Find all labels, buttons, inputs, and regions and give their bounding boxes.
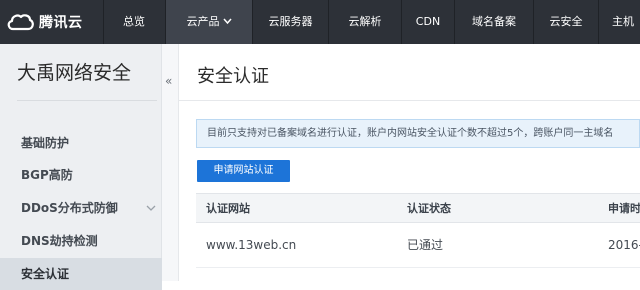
page-title: 安全认证 — [197, 66, 269, 87]
info-notice: 目前只支持对已备案域名进行认证，账户内网站安全认证个数不超过5个，跨账户同一主域… — [196, 119, 640, 148]
notice-text: 目前只支持对已备案域名进行认证，账户内网站安全认证个数不超过5个，跨账户同一主域… — [207, 128, 614, 139]
nav-item-cdn[interactable]: CDN — [402, 0, 454, 44]
sidebar-item-label: DNS劫持检测 — [21, 234, 98, 248]
nav-item-label: 云安全 — [549, 15, 583, 28]
chevron-down-icon — [222, 0, 232, 44]
sidebar-collapse-handle[interactable]: « — [162, 44, 179, 281]
title-divider — [179, 100, 640, 101]
sidebar-divider — [17, 100, 157, 101]
table-header: 认证网站 认证状态 申请时 — [196, 193, 640, 223]
sidebar-item-label: 安全认证 — [21, 267, 70, 281]
sidebar-item-security-cert[interactable]: 安全认证 — [0, 258, 162, 290]
brand-logo[interactable]: 腾讯云 — [6, 0, 83, 44]
nav-item-security[interactable]: 云安全 — [534, 0, 598, 44]
cloud-logo-icon — [6, 12, 34, 32]
column-header-website: 认证网站 — [206, 202, 250, 215]
chevron-down-icon — [146, 192, 156, 224]
nav-item-domain-filing[interactable]: 域名备案 — [455, 0, 533, 44]
nav-item-label: 云解析 — [348, 15, 382, 28]
sidebar-item-basic-protection[interactable]: 基础防护 — [0, 127, 162, 159]
nav-item-host[interactable]: 主机 — [612, 0, 640, 44]
nav-item-label: 域名备案 — [472, 15, 516, 28]
sidebar-title: 大禹网络安全 — [17, 62, 132, 84]
nav-item-dns[interactable]: 云解析 — [329, 0, 401, 44]
sidebar: 大禹网络安全 基础防护 BGP高防 DDoS分布式防御 DNS劫持检测 安全认证 — [0, 44, 162, 290]
main-content: 安全认证 目前只支持对已备案域名进行认证，账户内网站安全认证个数不超过5个，跨账… — [179, 44, 640, 281]
cell-status: 已通过 — [407, 238, 444, 252]
apply-certification-button[interactable]: 申请网站认证 — [197, 160, 290, 182]
cell-apply-time: 2016- — [608, 238, 640, 252]
nav-item-label: 云服务器 — [268, 15, 313, 28]
sidebar-item-bgp[interactable]: BGP高防 — [0, 159, 162, 191]
brand-name: 腾讯云 — [39, 15, 83, 31]
nav-item-label: 总览 — [123, 15, 145, 28]
cell-website: www.13web.cn — [206, 238, 297, 252]
table-row: www.13web.cn 已通过 2016- — [196, 223, 640, 268]
collapse-icon: « — [165, 74, 173, 88]
sidebar-item-label: DDoS分布式防御 — [21, 201, 118, 215]
column-header-status: 认证状态 — [407, 202, 451, 215]
nav-item-label: 主机 — [612, 15, 634, 28]
sidebar-item-label: 基础防护 — [21, 136, 70, 150]
top-nav-bar: 腾讯云 总览 云产品 云服务器 云解析 CDN 域名备案 云安全 主机 — [0, 0, 640, 44]
column-header-apply-time: 申请时 — [608, 202, 640, 215]
nav-item-products[interactable]: 云产品 — [166, 0, 252, 44]
nav-item-label: 云产品 — [186, 15, 220, 28]
nav-item-label: CDN — [415, 15, 441, 28]
sidebar-item-label: BGP高防 — [21, 168, 73, 182]
nav-item-overview[interactable]: 总览 — [103, 0, 165, 44]
sidebar-item-dns-hijack[interactable]: DNS劫持检测 — [0, 225, 162, 257]
sidebar-item-ddos[interactable]: DDoS分布式防御 — [0, 192, 162, 224]
nav-item-cvm[interactable]: 云服务器 — [253, 0, 328, 44]
nav-separator — [598, 0, 599, 44]
